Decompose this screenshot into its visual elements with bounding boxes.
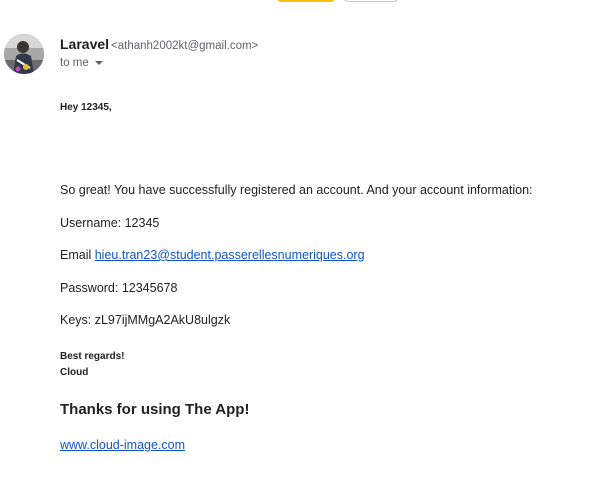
recipient-label: to me xyxy=(60,57,89,69)
caret-down-icon[interactable] xyxy=(94,61,103,65)
top-action-button[interactable] xyxy=(276,0,336,2)
recipient-details-toggle[interactable]: to me xyxy=(60,57,602,69)
top-secondary-button[interactable] xyxy=(343,0,399,2)
sender-line: Laravel <athanh2002kt@gmail.com> xyxy=(60,36,602,54)
keys-line: Keys: zL97ijMMgA2AkU8ulgzk xyxy=(60,313,231,327)
sender-name[interactable]: Laravel xyxy=(60,36,109,52)
password-line: Password: 12345678 xyxy=(60,280,178,295)
thanks-heading: Thanks for using The App! xyxy=(60,401,250,418)
message-header: Laravel <athanh2002kt@gmail.com> to me xyxy=(60,36,602,69)
username-line: Username: 12345 xyxy=(60,215,160,230)
email-view: Laravel <athanh2002kt@gmail.com> to me H… xyxy=(0,0,612,493)
website-link[interactable]: www.cloud-image.com xyxy=(60,438,185,452)
signature: Cloud xyxy=(60,367,89,378)
sender-avatar[interactable] xyxy=(4,34,44,74)
intro-text: So great! You have successfully register… xyxy=(60,183,533,197)
email-label: Email xyxy=(60,248,95,262)
message-body: Hey 12345, So great! You have successful… xyxy=(60,100,604,453)
email-line: Email hieu.tran23@student.passerellesnum… xyxy=(60,247,604,263)
sender-email: <athanh2002kt@gmail.com> xyxy=(111,40,259,52)
avatar-photo-icon xyxy=(4,34,44,74)
signoff: Best regards! xyxy=(60,351,125,362)
greeting: Hey 12345, xyxy=(60,102,112,113)
website-line: www.cloud-image.com xyxy=(60,437,604,453)
email-link[interactable]: hieu.tran23@student.passerellesnumerique… xyxy=(95,248,365,262)
